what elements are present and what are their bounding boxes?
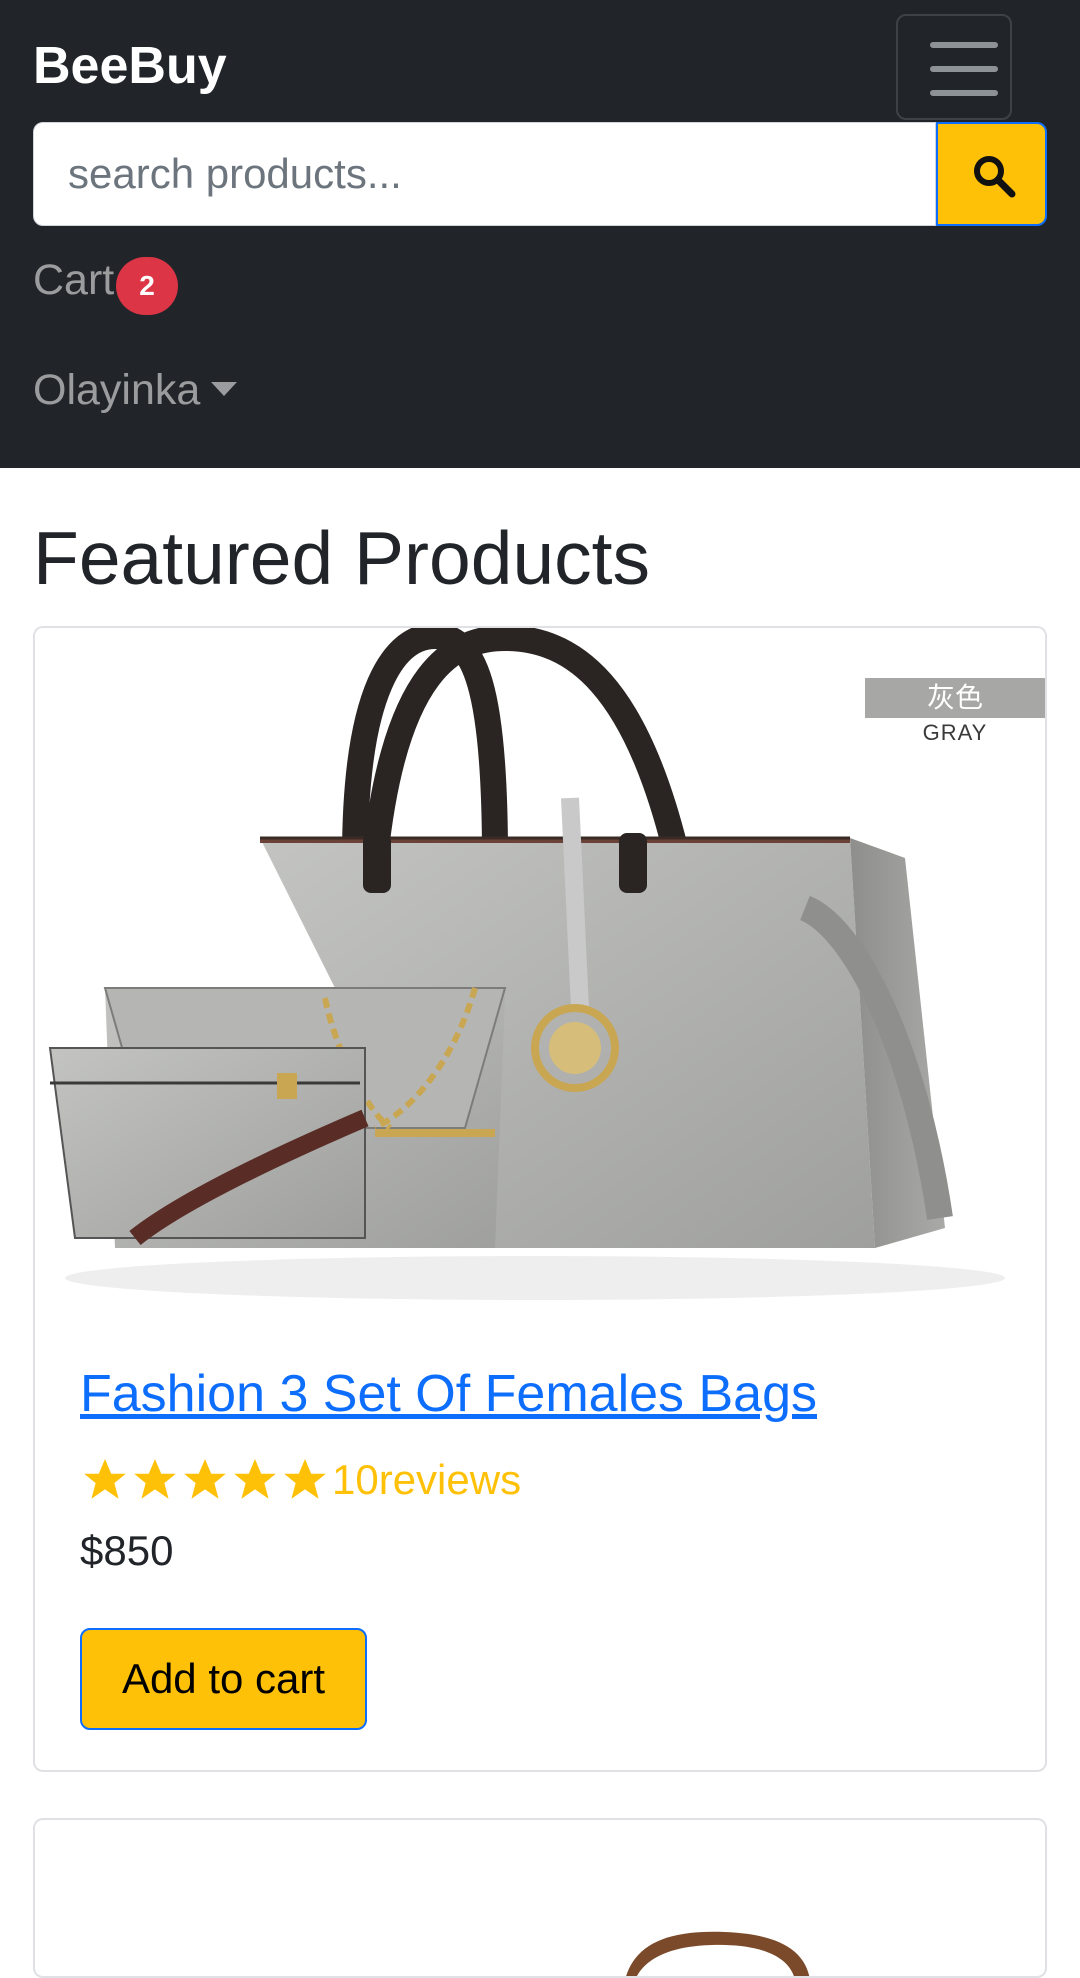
user-dropdown[interactable]: Olayinka (33, 362, 200, 418)
product-image[interactable]: 灰色 GRAY (35, 628, 1045, 1328)
product-rating: 10reviews (80, 1452, 521, 1508)
cart-count-badge: 2 (116, 257, 178, 315)
search-input[interactable] (33, 122, 936, 226)
product-title-link[interactable]: Fashion 3 Set Of Females Bags (80, 1362, 817, 1426)
search-button[interactable] (936, 122, 1047, 226)
reviews-count: 10reviews (332, 1456, 522, 1503)
star-icon (134, 1459, 176, 1499)
star-icon (184, 1459, 226, 1499)
brand-logo[interactable]: BeeBuy (33, 34, 227, 98)
color-tag: 灰色 (865, 678, 1045, 718)
color-tag-subtitle: GRAY (922, 720, 988, 745)
search-icon (974, 156, 1016, 198)
product-card (33, 1818, 1047, 1978)
navbar: BeeBuy Cart 2 Olayinka (0, 0, 1080, 468)
caret-down-icon (211, 382, 237, 396)
menu-toggle-button[interactable] (896, 14, 1012, 120)
product-image[interactable] (35, 1820, 1045, 1978)
product-card: 灰色 GRAY Fashion 3 Set Of Females Bags 10… (33, 626, 1047, 1772)
search-form (33, 122, 1047, 226)
add-to-cart-button[interactable]: Add to cart (80, 1628, 367, 1730)
star-icon (284, 1459, 326, 1499)
page-title: Featured Products (33, 516, 650, 600)
product-price: $850 (80, 1527, 174, 1574)
star-icon (84, 1459, 126, 1499)
star-icon (234, 1459, 276, 1499)
cart-link[interactable]: Cart (33, 252, 114, 308)
